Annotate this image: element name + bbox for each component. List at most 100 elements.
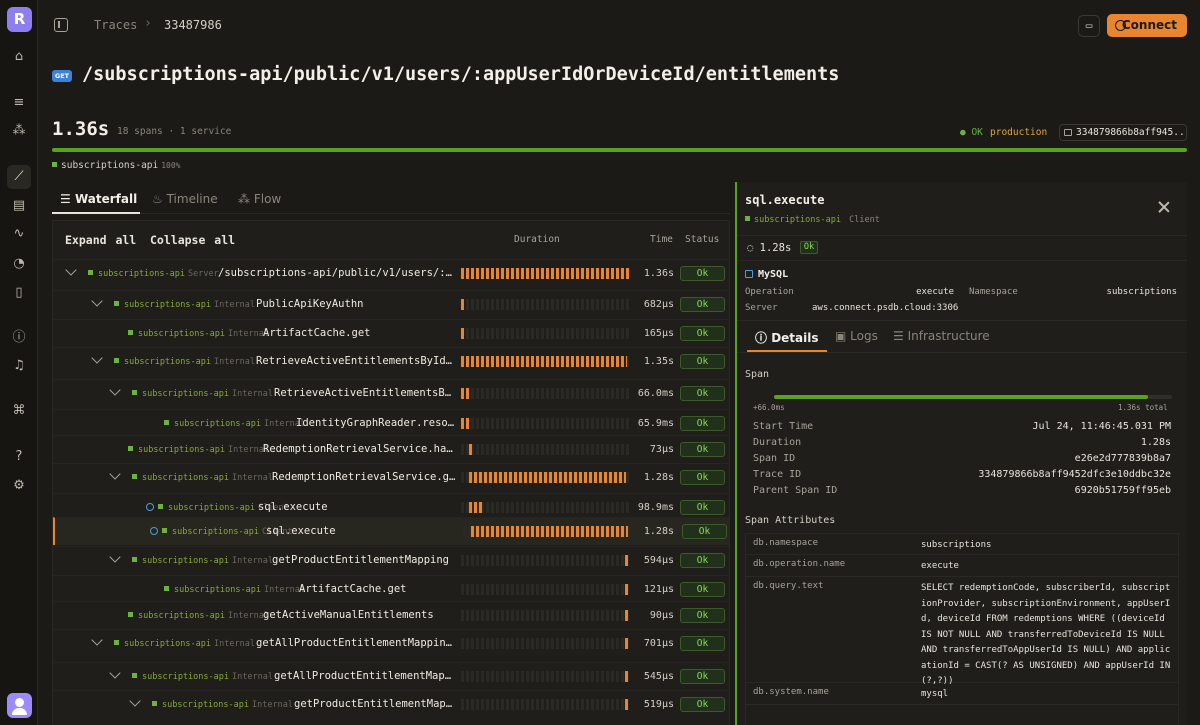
row-duration-bar xyxy=(461,388,470,399)
row-service-name: subscriptions-api xyxy=(142,389,229,399)
tab-infrastructure[interactable]: ☰ Infrastructure xyxy=(893,329,990,343)
tab-details[interactable]: ⓘ Details xyxy=(755,329,819,346)
row-service-name: subscriptions-api xyxy=(138,611,225,621)
chevron-down-icon[interactable] xyxy=(91,295,103,307)
connect-button[interactable]: Connect xyxy=(1107,14,1187,37)
waterfall-row[interactable]: subscriptions-api Internal RetrieveActiveE… xyxy=(53,347,729,375)
waterfall-row[interactable]: subscriptions-api Internal getAllProductEn… xyxy=(53,662,729,690)
detail-field-label: Duration xyxy=(753,437,802,448)
chevron-down-icon[interactable] xyxy=(109,667,121,679)
attribute-value: mysql xyxy=(921,689,949,699)
database-icon[interactable]: ≡ xyxy=(7,91,31,115)
span-kind: Client xyxy=(849,215,880,225)
row-duration-track xyxy=(461,671,629,682)
http-method-badge: GET xyxy=(52,70,72,82)
tab-flow[interactable]: ⁂ Flow xyxy=(238,192,281,206)
divider xyxy=(737,235,1187,236)
waterfall-row[interactable]: subscriptions-api Internal getActiveManual… xyxy=(53,601,729,629)
chevron-down-icon[interactable] xyxy=(65,264,77,276)
sidebar-toggle-icon[interactable] xyxy=(54,18,68,32)
logs-icon[interactable]: ▤ xyxy=(7,194,31,218)
chevron-down-icon[interactable] xyxy=(129,695,141,707)
mobile-icon[interactable]: ▯ xyxy=(7,281,31,305)
waterfall-row[interactable]: subscriptions-api Internal ArtifactCache.g… xyxy=(53,319,729,347)
waterfall-row[interactable]: subscriptions-api Internal RedemptionRetri… xyxy=(53,463,729,491)
environment-label[interactable]: production xyxy=(990,127,1047,138)
namespace-label: Namespace xyxy=(969,287,1018,297)
row-service-name: subscriptions-api xyxy=(174,419,261,429)
trace-id-chip[interactable]: 334879866b8aff945... xyxy=(1059,124,1187,141)
alert-icon[interactable]: ⓘ xyxy=(7,326,31,350)
span-attributes-table: db.namespace subscriptions db.operation.na… xyxy=(745,533,1179,725)
app-logo[interactable]: R xyxy=(7,7,32,32)
row-duration-bar xyxy=(461,268,629,279)
tab-logs[interactable]: ▣ Logs xyxy=(835,329,878,343)
span-duration-value: 1.28s xyxy=(759,242,792,254)
tab-waterfall[interactable]: ☰ Waterfall xyxy=(60,192,137,206)
chevron-down-icon[interactable] xyxy=(91,634,103,646)
waterfall-row[interactable]: subscriptions-api Client sql.execute 1.28s O… xyxy=(53,517,729,545)
waterfall-row[interactable]: subscriptions-api Internal ArtifactCache.g… xyxy=(53,575,729,603)
expand-all-button[interactable]: Expand all xyxy=(65,233,136,247)
tab-infrastructure-label: Infrastructure xyxy=(907,329,990,343)
bell-icon[interactable]: ♫ xyxy=(7,354,31,378)
chevron-down-icon[interactable] xyxy=(91,352,103,364)
waterfall-row[interactable]: subscriptions-api Internal IdentityGraphRe… xyxy=(53,409,729,437)
waterfall-row[interactable]: subscriptions-api Internal RetrieveActiveE… xyxy=(53,379,729,407)
chat-button[interactable]: ▭ xyxy=(1078,15,1100,37)
row-span-kind: Internal xyxy=(232,473,273,483)
row-service-name: subscriptions-api xyxy=(124,357,211,367)
row-duration-track xyxy=(461,502,629,513)
row-status-badge: Ok xyxy=(682,524,727,539)
terminal-icon: ▣ xyxy=(835,329,851,343)
chevron-down-icon[interactable] xyxy=(109,468,121,480)
row-operation-name: ArtifactCache.get xyxy=(299,583,407,595)
row-status-badge: Ok xyxy=(680,608,725,623)
row-duration-bar xyxy=(461,418,470,429)
detail-field-value: 334879866b8aff9452dfc3e10ddbc32e xyxy=(978,469,1171,480)
attribute-row: db.query.text SELECT redemptionCode, subs… xyxy=(746,577,1178,686)
help-icon[interactable]: ? xyxy=(7,445,31,469)
waterfall-row[interactable]: subscriptions-api Internal getProductEntit… xyxy=(53,690,729,718)
chevron-down-icon[interactable] xyxy=(109,551,121,563)
row-time: 545µs xyxy=(643,671,674,682)
waterfall-row[interactable]: subscriptions-api Internal getProductEntit… xyxy=(53,546,729,574)
settings-gear-icon[interactable]: ⚙ xyxy=(7,474,31,498)
nodes-icon[interactable]: ⁂ xyxy=(7,119,31,143)
row-operation-name: RetrieveActiveEntitlementsByIdent… xyxy=(256,355,457,367)
divider xyxy=(737,260,1187,261)
column-header-duration: Duration xyxy=(514,234,560,245)
span-offset: +66.0ms xyxy=(753,403,785,412)
collapse-all-button[interactable]: Collapse all xyxy=(150,233,235,247)
span-timing-bar xyxy=(774,395,1172,399)
chevron-down-icon[interactable] xyxy=(109,384,121,396)
waterfall-row[interactable]: subscriptions-api Internal PublicApiKeyAut… xyxy=(53,290,729,318)
tab-timeline[interactable]: ♨ Timeline xyxy=(152,192,218,206)
waterfall-row[interactable]: subscriptions-api Server/subscriptions-ap… xyxy=(53,259,729,287)
home-icon[interactable]: ⌂ xyxy=(7,45,31,69)
waterfall-row[interactable]: subscriptions-api Internal RedemptionRetri… xyxy=(53,435,729,463)
row-service: subscriptions-api Internal xyxy=(114,639,255,649)
row-duration-track xyxy=(461,328,629,339)
row-duration-track xyxy=(461,444,629,455)
user-avatar[interactable] xyxy=(7,693,32,718)
integrations-icon[interactable]: ⌘ xyxy=(7,399,31,423)
metrics-icon[interactable]: ∿ xyxy=(7,222,31,246)
waterfall-row[interactable]: subscriptions-api Internal getAllProductEn… xyxy=(53,629,729,657)
sessions-icon[interactable]: ◔ xyxy=(7,252,31,276)
db-system: MySQL xyxy=(745,269,788,280)
row-operation-name: getProductEntitlementMappi… xyxy=(294,698,457,710)
detail-field-value: e26e2d777839b8a7 xyxy=(1074,453,1171,464)
operation-value: execute xyxy=(916,287,954,297)
row-status-badge: Ok xyxy=(680,386,725,401)
breadcrumb-traces[interactable]: Traces xyxy=(94,18,137,32)
close-icon[interactable] xyxy=(1157,200,1171,214)
row-status-badge: Ok xyxy=(680,553,725,568)
waterfall-panel: ☰ Waterfall ♨ Timeline ⁂ Flow Expand all… xyxy=(52,182,730,725)
tab-waterfall-label: Waterfall xyxy=(74,192,138,206)
row-time: 90µs xyxy=(649,610,674,621)
row-service: subscriptions-api Internal xyxy=(132,473,273,483)
traces-icon[interactable]: ⟋ xyxy=(7,165,31,189)
row-time: 1.28s xyxy=(643,526,674,537)
row-duration-track xyxy=(461,610,629,621)
